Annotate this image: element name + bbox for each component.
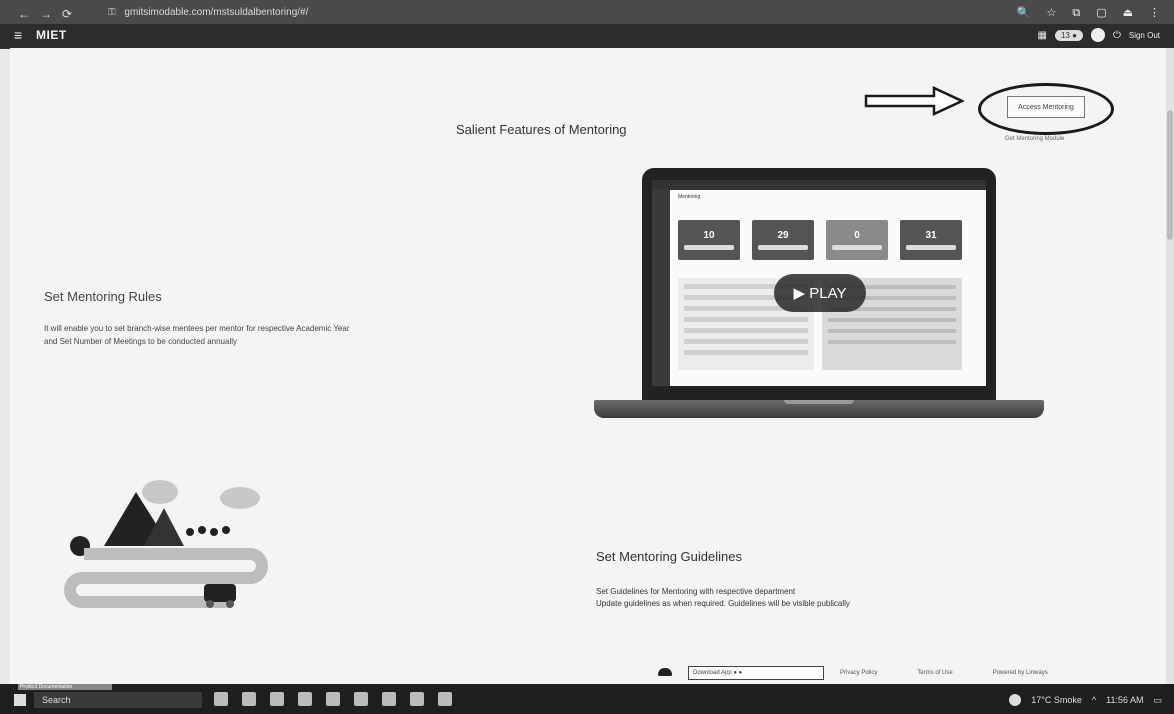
laptop-screen-frame: Mentoring 10 29 0 31 ▶ PLAY <box>642 168 996 400</box>
signout-link[interactable]: Sign Out <box>1129 31 1160 40</box>
access-caption: Get Mentoring Module <box>1005 136 1065 142</box>
system-tray: 17°C Smoke ^ 11:56 AM ▭ <box>1009 694 1162 706</box>
preview-heading: Mentoring <box>678 194 701 200</box>
laptop-notch <box>784 400 854 404</box>
tile-value: 29 <box>777 230 789 241</box>
scroll-thumb[interactable] <box>1167 110 1173 240</box>
power-icon[interactable]: ⏻ <box>1113 30 1121 41</box>
sidebar-icon[interactable]: ▢ <box>1096 5 1106 21</box>
avatar[interactable] <box>1090 28 1105 42</box>
terms-link[interactable]: Terms of Use <box>917 670 952 676</box>
preview-tile: 0 <box>826 220 888 260</box>
tile-label <box>906 245 956 250</box>
preview-topbar <box>652 180 986 190</box>
header-actions: ▦ 13 ● ⏻ Sign Out <box>1038 28 1160 42</box>
lock-icon: ⚿ <box>108 7 116 18</box>
footer-links: Privacy Policy Terms of Use Powered by L… <box>840 670 1048 676</box>
url-text: gmitsimodable.com/mstsuldalbentoring/#/ <box>124 7 309 18</box>
guidelines-line-1: Set Guidelines for Mentoring with respec… <box>596 587 796 596</box>
tile-value: 31 <box>925 230 937 241</box>
taskbar-search[interactable]: Search <box>34 692 202 708</box>
section-title-rules: Set Mentoring Rules <box>44 289 162 304</box>
taskbar-app-icon[interactable] <box>270 692 284 706</box>
powered-by: Powered by Linways <box>992 670 1048 676</box>
apps-grid-icon[interactable]: ▦ <box>1038 30 1047 41</box>
tile-label <box>832 245 882 250</box>
hamburger-menu-icon[interactable]: ≡ <box>14 27 22 43</box>
back-icon[interactable]: ← <box>18 6 30 22</box>
weather-icon <box>1009 694 1022 706</box>
browser-actions: 🔍 ☆ ⧉ ▢ ⏏ ⋮ <box>1017 5 1160 21</box>
windows-start-icon[interactable] <box>14 694 26 706</box>
weather-text[interactable]: 17°C Smoke <box>1031 695 1082 705</box>
road-mountains-illustration-icon <box>64 480 268 608</box>
taskbar-app-icon[interactable] <box>214 692 228 706</box>
download-app-box[interactable]: Download App ● ● <box>688 666 824 680</box>
footer: Download App ● ● Privacy Policy Terms of… <box>600 662 1160 682</box>
tile-value: 0 <box>854 230 860 241</box>
extensions-icon[interactable]: ⧉ <box>1072 5 1080 21</box>
more-icon[interactable]: ⋮ <box>1149 5 1160 21</box>
tile-label <box>758 245 808 250</box>
guidelines-line-2: Update guidelines as when required. Guid… <box>596 599 850 608</box>
address-bar[interactable]: ⚿ gmitsimodable.com/mstsuldalbentoring/#… <box>108 4 668 22</box>
section-desc-rules: It will enable you to set branch-wise me… <box>44 324 350 346</box>
preview-tile: 31 <box>900 220 962 260</box>
profile-icon[interactable]: ⏏ <box>1123 5 1133 21</box>
app-title: MIET <box>36 28 67 42</box>
taskbar-tooltip: Product Documentation <box>18 684 112 690</box>
tray-chevron-icon[interactable]: ^ <box>1092 695 1096 705</box>
clock[interactable]: 11:56 AM <box>1106 695 1143 705</box>
taskbar-apps <box>214 692 452 706</box>
scrollbar[interactable] <box>1166 48 1174 684</box>
search-icon[interactable]: 🔍 <box>1017 5 1031 21</box>
reload-icon[interactable]: ⟳ <box>62 6 72 22</box>
cloud-icon <box>658 668 672 676</box>
play-button[interactable]: ▶ PLAY <box>774 274 866 312</box>
taskbar-app-icon[interactable] <box>438 692 452 706</box>
notifications-icon[interactable]: ▭ <box>1153 695 1162 706</box>
bookmark-icon[interactable]: ☆ <box>1046 5 1056 21</box>
taskbar-app-icon[interactable] <box>382 692 396 706</box>
year-badge[interactable]: 13 ● <box>1054 29 1083 41</box>
section-title-guidelines: Set Mentoring Guidelines <box>596 549 742 564</box>
taskbar-app-icon[interactable] <box>326 692 340 706</box>
forward-icon[interactable]: → <box>40 6 52 22</box>
access-mentoring-button[interactable]: Access Mentoring <box>1007 96 1085 118</box>
section-desc-guidelines: Set Guidelines for Mentoring with respec… <box>596 586 1016 610</box>
video-preview[interactable]: Mentoring 10 29 0 31 ▶ PLAY <box>652 180 986 386</box>
nav-controls: ← → ⟳ <box>18 6 72 22</box>
preview-tile: 29 <box>752 220 814 260</box>
tile-label <box>684 245 734 250</box>
tile-value: 10 <box>703 230 715 241</box>
app-header: ≡ MIET ▦ 13 ● ⏻ Sign Out <box>0 24 1174 48</box>
taskbar-app-icon[interactable] <box>298 692 312 706</box>
arrow-annotation-icon <box>864 86 964 116</box>
preview-tile: 10 <box>678 220 740 260</box>
preview-sidebar <box>652 190 670 386</box>
taskbar-app-icon[interactable] <box>410 692 424 706</box>
taskbar-app-icon[interactable] <box>242 692 256 706</box>
taskbar-app-icon[interactable] <box>354 692 368 706</box>
page-title: Salient Features of Mentoring <box>456 122 627 137</box>
preview-tiles: 10 29 0 31 <box>678 220 962 260</box>
video-laptop: Mentoring 10 29 0 31 ▶ PLAY <box>594 168 1044 428</box>
privacy-link[interactable]: Privacy Policy <box>840 670 877 676</box>
